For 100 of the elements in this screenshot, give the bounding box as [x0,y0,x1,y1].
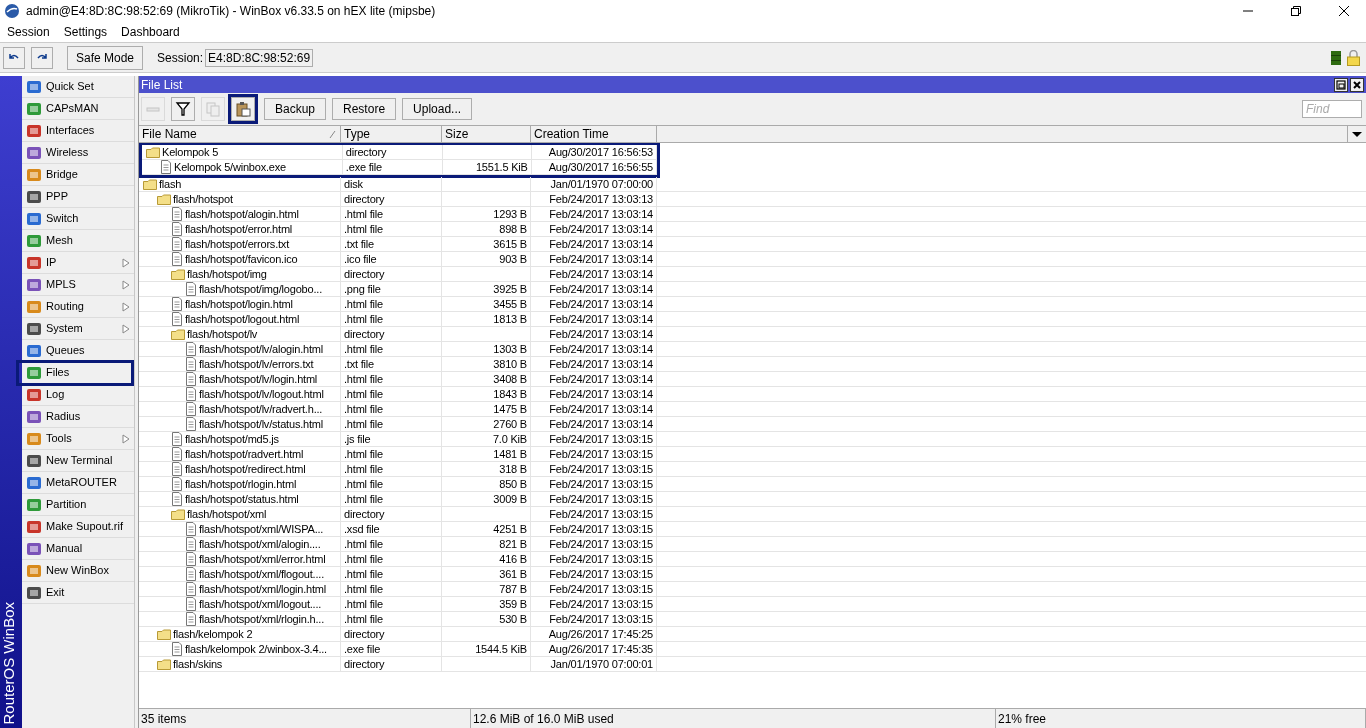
table-cell: Feb/24/2017 13:03:14 [531,252,657,266]
folder-icon [171,508,185,520]
filter-button[interactable] [171,97,195,121]
table-cell: 1544.5 KiB [442,642,531,656]
close-button[interactable] [1350,77,1364,92]
table-cell: .html file [341,582,442,596]
file-icon [171,462,183,476]
table-cell: flash/hotspot/lv/login.html [139,372,341,386]
toolbar-button[interactable]: Restore [332,98,397,120]
sidebar-item[interactable]: Routing [22,296,134,318]
column-header[interactable]: Type [341,126,442,142]
sidebar-item[interactable]: Quick Set [22,76,134,98]
sidebar-item[interactable]: IP [22,252,134,274]
folder-icon [157,628,171,640]
sidebar-item[interactable]: Interfaces [22,120,134,142]
table-cell: 359 B [442,597,531,611]
table-cell: Feb/24/2017 13:03:15 [531,492,657,506]
table-cell: flash/skins [139,657,341,671]
table-cell: 361 B [442,567,531,581]
sidebar-item[interactable]: System [22,318,134,340]
table-cell: Aug/26/2017 17:45:35 [531,642,657,656]
file-icon [171,447,183,461]
menu-item[interactable]: Dashboard [121,23,180,41]
sidebar-item[interactable]: Exit [22,582,134,604]
table-cell: flash/hotspot/lv/radvert.h... [139,402,341,416]
column-header[interactable]: Creation Time [531,126,657,142]
status-text: 12.6 MiB of 16.0 MiB used [471,709,996,728]
sidebar-item[interactable]: Queues [22,340,134,362]
sidebar-item[interactable]: Tools [22,428,134,450]
table-cell: Feb/24/2017 13:03:14 [531,312,657,326]
safe-mode-button[interactable]: Safe Mode [67,45,144,70]
table-cell: flash [139,177,341,191]
toolbar-button[interactable]: Backup [264,98,327,120]
table-cell: .html file [341,372,442,386]
menu-icon [26,364,42,381]
table-cell: .xsd file [341,522,442,536]
file-icon [185,282,197,296]
restore-icon[interactable] [1290,5,1302,17]
toolbar-button[interactable]: Upload... [402,98,473,120]
table-cell: flash/hotspot/logout.html [139,312,341,326]
table-cell: directory [342,145,444,159]
table-cell: Jan/01/1970 07:00:01 [531,657,657,671]
file-icon [185,342,197,356]
column-header[interactable]: File Name [139,126,341,142]
menu-icon [26,122,42,139]
table-cell: .html file [341,477,442,491]
column-header[interactable]: Size [442,126,531,142]
sidebar-item[interactable]: Partition [22,494,134,516]
sidebar-item[interactable]: Switch [22,208,134,230]
undo-button[interactable] [3,46,25,69]
menu-item[interactable]: Session [7,23,50,41]
sidebar-item[interactable]: Manual [22,538,134,560]
sidebar-item[interactable]: CAPsMAN [22,98,134,120]
sidebar-item[interactable]: MPLS [22,274,134,296]
file-icon [171,492,183,506]
sidebar-item[interactable]: Make Supout.rif [22,516,134,538]
table-cell: .html file [341,567,442,581]
table-cell: 1293 B [442,207,531,221]
sidebar-item[interactable]: Bridge [22,164,134,186]
file-icon [185,402,197,416]
table-cell: flash/hotspot/favicon.ico [139,252,341,266]
table-cell: Aug/30/2017 16:56:53 [531,145,657,159]
sidebar-item[interactable]: Mesh [22,230,134,252]
sidebar-item[interactable]: Log [22,384,134,406]
file-icon [185,387,197,401]
paste-button[interactable] [231,97,255,121]
find-field[interactable]: Find [1302,100,1362,118]
menu-item[interactable]: Settings [63,23,108,41]
redo-button[interactable] [31,46,53,69]
file-icon [185,612,197,626]
menu-icon [26,210,42,227]
table-cell: 530 B [442,612,531,626]
status-text: 35 items [139,709,471,728]
status-text: 21% free [996,709,1366,728]
filter-icon [175,101,191,117]
sidebar-item[interactable]: Wireless [22,142,134,164]
restore-button[interactable] [1334,77,1348,92]
table-cell: directory [341,327,442,341]
menu-icon [26,342,42,359]
table-cell: Kelompok 5 [142,145,343,159]
close-icon[interactable] [1338,5,1350,17]
table-cell: 903 B [442,252,531,266]
submenu-arrow-icon [122,323,130,334]
sidebar-item[interactable]: New WinBox [22,560,134,582]
table-cell: Feb/24/2017 13:03:14 [531,402,657,416]
sidebar-item[interactable]: MetaROUTER [22,472,134,494]
sidebar-item[interactable]: Files [18,362,132,384]
folder-icon [157,658,171,670]
menu-icon [26,254,42,271]
table-cell: .txt file [341,237,442,251]
table-cell: flash/hotspot/md5.js [139,432,341,446]
table-cell: flash/hotspot/xml/flogout.... [139,567,341,581]
sidebar-item[interactable]: New Terminal [22,450,134,472]
file-icon [185,567,197,581]
table-cell: flash/hotspot/status.html [139,492,341,506]
sidebar-item[interactable]: PPP [22,186,134,208]
file-icon [171,207,183,221]
table-cell: flash/hotspot/redirect.html [139,462,341,476]
file-icon [171,297,183,311]
sidebar-item[interactable]: Radius [22,406,134,428]
